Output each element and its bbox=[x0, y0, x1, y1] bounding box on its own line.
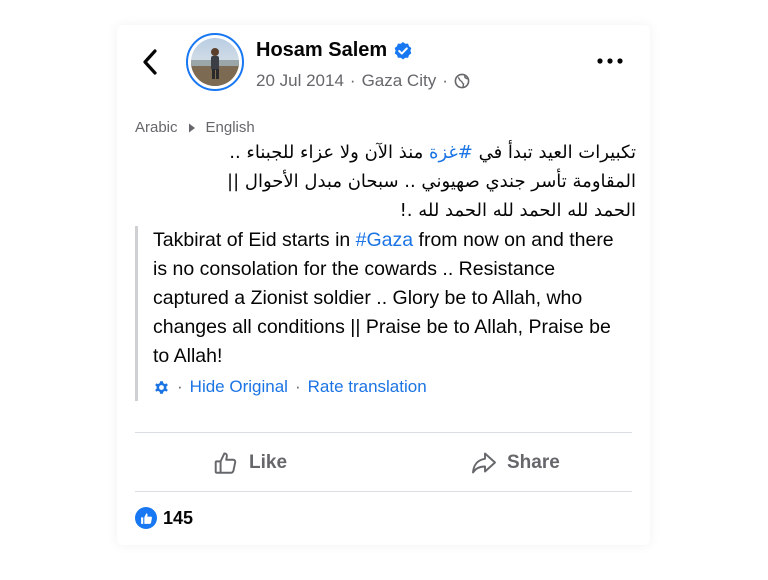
post-date[interactable]: 20 Jul 2014 bbox=[256, 71, 344, 91]
meta-separator: · bbox=[442, 71, 448, 90]
more-options-button[interactable] bbox=[592, 47, 628, 75]
like-reaction-icon bbox=[135, 507, 157, 529]
share-button[interactable]: Share bbox=[471, 443, 560, 483]
divider bbox=[135, 432, 632, 433]
original-line-1: تكبيرات العيد تبدأ في #غزة منذ الآن ولا … bbox=[229, 142, 636, 163]
like-label: Like bbox=[249, 452, 288, 473]
target-language: English bbox=[205, 119, 255, 136]
back-button[interactable] bbox=[135, 45, 165, 79]
rate-translation-link[interactable]: Rate translation bbox=[308, 377, 427, 397]
original-line-3: الحمد لله الحمد لله الحمد لله .! bbox=[399, 200, 636, 221]
post-location[interactable]: Gaza City bbox=[362, 71, 437, 91]
translated-text: Takbirat of Eid starts in #Gaza from now… bbox=[153, 229, 614, 367]
chevron-left-icon bbox=[143, 49, 157, 75]
like-button[interactable]: Like bbox=[213, 443, 287, 483]
verified-badge-icon bbox=[394, 41, 412, 59]
thumbs-up-icon bbox=[214, 452, 237, 474]
more-dots-icon bbox=[597, 58, 623, 64]
source-language: Arabic bbox=[135, 119, 178, 136]
share-arrow-icon bbox=[472, 452, 496, 474]
avatar-image bbox=[191, 38, 239, 86]
globe-icon bbox=[454, 73, 470, 89]
post-meta: 20 Jul 2014 · Gaza City · bbox=[256, 71, 470, 91]
author-name[interactable]: Hosam Salem bbox=[256, 39, 387, 62]
divider bbox=[135, 491, 632, 492]
hashtag-link[interactable]: #غزة bbox=[429, 142, 473, 163]
hashtag-link[interactable]: #Gaza bbox=[356, 229, 413, 251]
actions-separator: · bbox=[177, 377, 183, 396]
avatar[interactable] bbox=[186, 33, 244, 91]
original-line-2: المقاومة تأسر جندي صهيوني .. سبحان مبدل … bbox=[227, 171, 636, 192]
actions-separator: · bbox=[294, 377, 301, 396]
translation-block: Takbirat of Eid starts in #Gaza from now… bbox=[135, 226, 627, 401]
author-row: Hosam Salem bbox=[256, 39, 413, 62]
arrow-right-icon bbox=[188, 123, 195, 132]
post-card: Hosam Salem 20 Jul 2014 · Gaza City · Ar… bbox=[117, 25, 650, 545]
hide-original-link[interactable]: Hide Original bbox=[190, 377, 288, 397]
like-count: 145 bbox=[163, 507, 194, 528]
original-text: تكبيرات العيد تبدأ في #غزة منذ الآن ولا … bbox=[146, 138, 636, 225]
gear-icon[interactable] bbox=[153, 379, 170, 396]
share-label: Share bbox=[507, 452, 560, 473]
translation-languages: Arabic English bbox=[135, 119, 255, 136]
reactions-summary[interactable]: 145 bbox=[135, 507, 193, 529]
translation-actions: · Hide Original · Rate translation bbox=[153, 377, 427, 397]
meta-separator: · bbox=[349, 71, 356, 90]
